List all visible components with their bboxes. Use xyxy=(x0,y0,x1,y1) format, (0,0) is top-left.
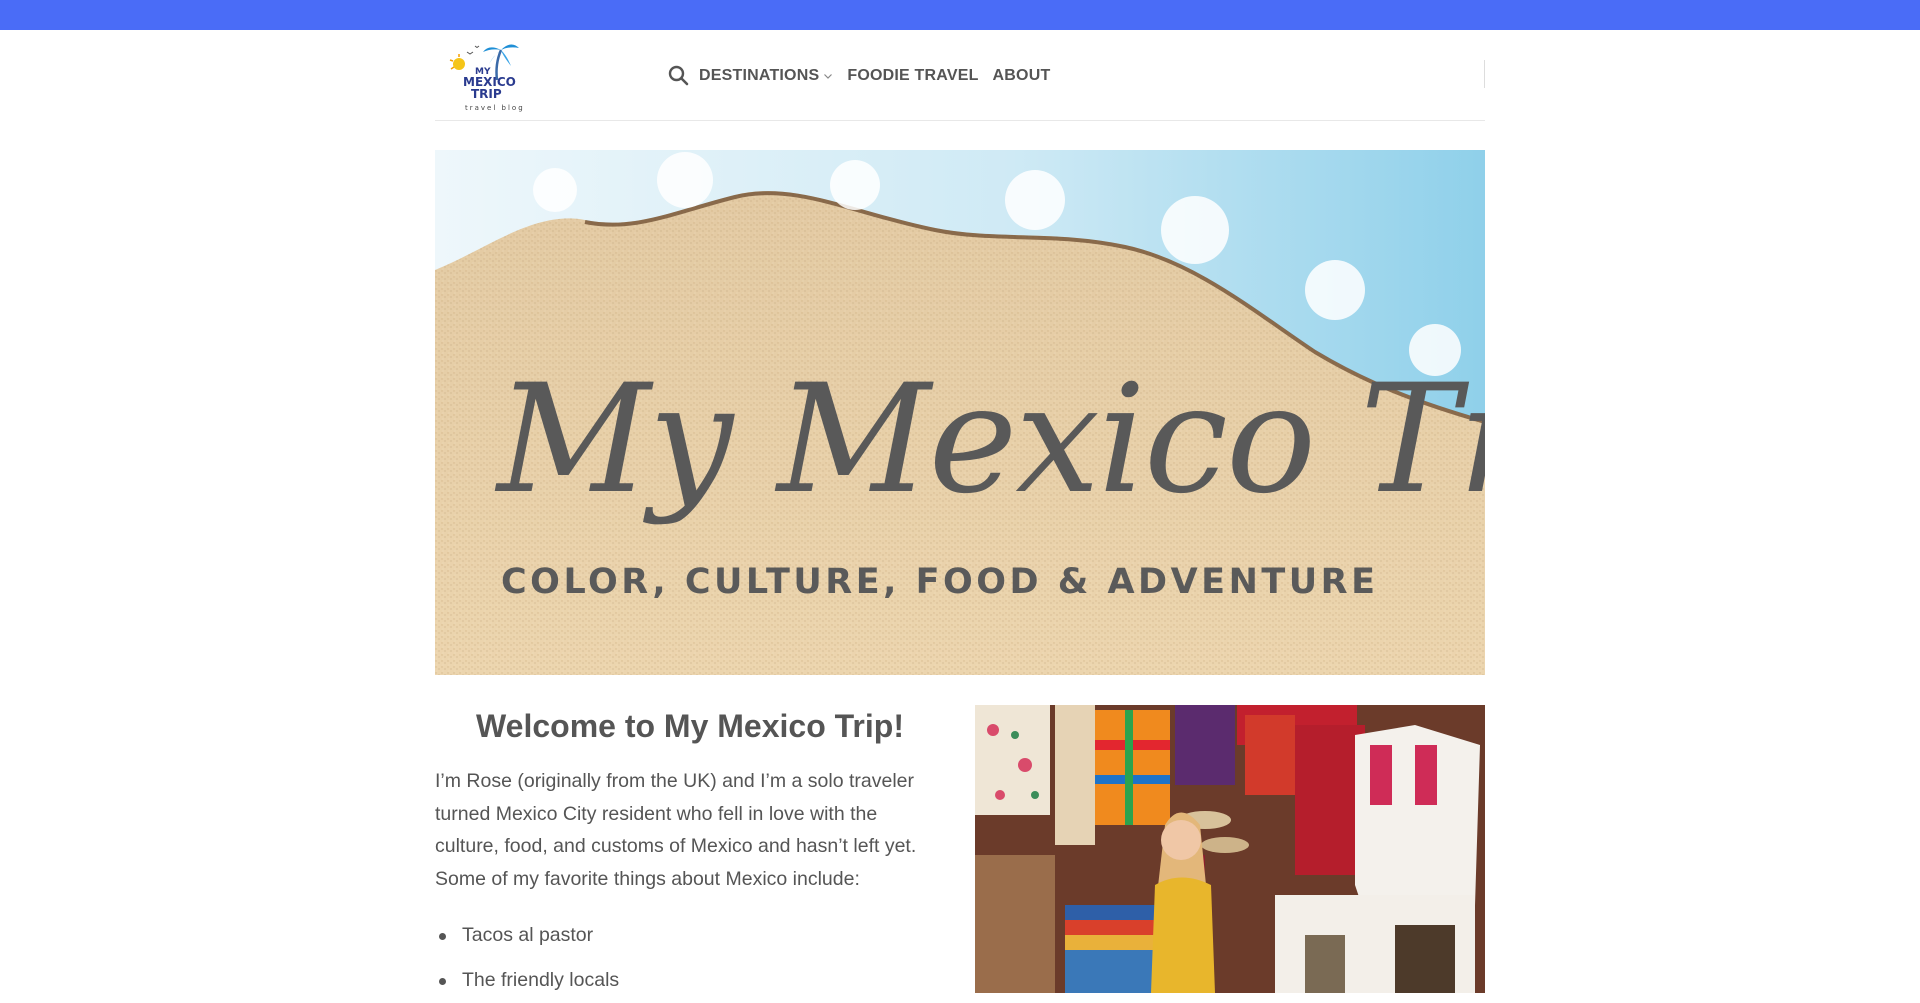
welcome-section: Welcome to My Mexico Trip! I’m Rose (ori… xyxy=(435,703,945,1003)
header-divider xyxy=(1484,60,1485,88)
list-item: Tacos al pastor xyxy=(435,913,945,958)
nav-about-label: ABOUT xyxy=(992,66,1051,84)
hero-tagline: COLOR, CULTURE, FOOD & ADVENTURE xyxy=(501,562,1379,602)
site-header: MY MEXICO TRIP travel blog DESTINATIONS … xyxy=(435,30,1485,121)
site-logo[interactable]: MY MEXICO TRIP travel blog xyxy=(445,38,525,114)
nav-foodie-travel-label: FOODIE TRAVEL xyxy=(847,66,979,84)
chevron-down-icon xyxy=(824,73,833,79)
welcome-intro: I’m Rose (originally from the UK) and I’… xyxy=(435,770,917,890)
nav-about[interactable]: ABOUT xyxy=(993,67,1051,85)
nav-destinations[interactable]: DESTINATIONS xyxy=(699,67,833,85)
svg-text:travel blog: travel blog xyxy=(465,104,525,112)
favorites-list: Tacos al pastor The friendly locals xyxy=(435,913,945,1003)
svg-text:TRIP: TRIP xyxy=(471,87,502,101)
hero-title: My Mexico Trip xyxy=(497,353,1485,527)
nav-destinations-label: DESTINATIONS xyxy=(699,66,820,84)
market-photo xyxy=(975,705,1485,993)
welcome-title: Welcome to My Mexico Trip! xyxy=(476,708,904,744)
hero-banner: My Mexico Trip COLOR, CULTURE, FOOD & AD… xyxy=(435,150,1485,675)
logo-graphic: MY MEXICO TRIP travel blog xyxy=(449,44,525,112)
main-nav: DESTINATIONS FOODIE TRAVEL ABOUT xyxy=(665,30,1064,121)
search-icon[interactable] xyxy=(665,63,691,89)
top-accent-bar xyxy=(0,0,1920,30)
list-item: The friendly locals xyxy=(435,958,945,1003)
nav-foodie-travel[interactable]: FOODIE TRAVEL xyxy=(847,67,978,85)
